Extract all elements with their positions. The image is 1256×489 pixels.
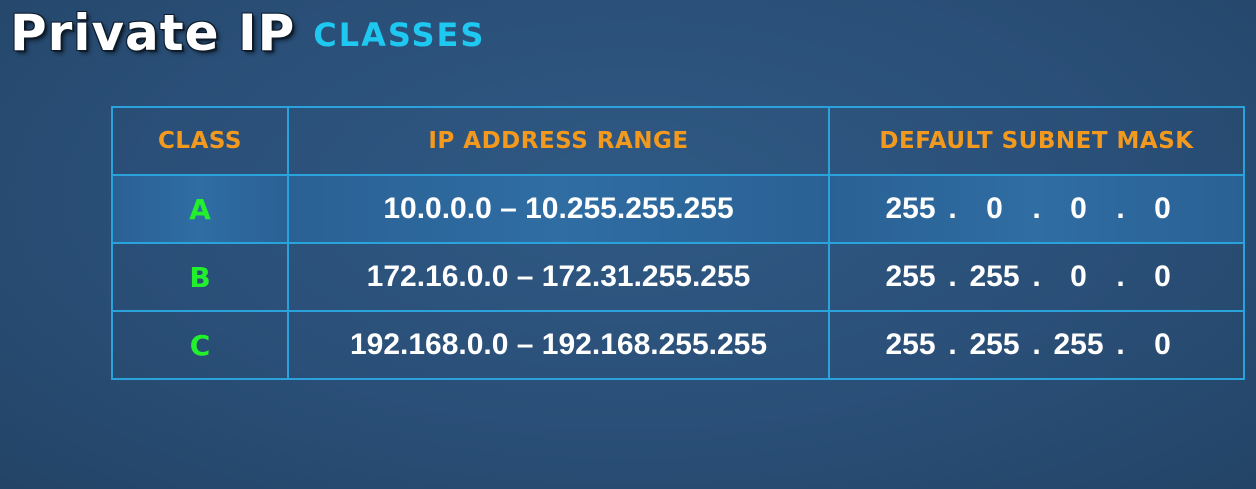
header-class: CLASS (111, 106, 289, 176)
mask-octet: 255 (969, 328, 1020, 361)
mask-dot: . (948, 260, 957, 293)
header-ip-range: IP ADDRESS RANGE (287, 106, 830, 176)
table-row-class-c: C 192.168.0.0 – 192.168.255.255 255 . 25… (111, 310, 1245, 380)
class-cell: B (111, 242, 289, 312)
mask-dot: . (1032, 260, 1041, 293)
mask-cell: 255 . 0 . 0 . 0 (828, 174, 1245, 244)
mask-octet: 255 (885, 328, 936, 361)
class-cell: A (111, 174, 289, 244)
mask-octet: 0 (1154, 192, 1171, 225)
table-row-class-b: B 172.16.0.0 – 172.31.255.255 255 . 255 … (111, 242, 1245, 312)
mask-octet: 0 (1070, 192, 1087, 225)
range-cell: 172.16.0.0 – 172.31.255.255 (287, 242, 830, 312)
mask-dot: . (1032, 192, 1041, 225)
slide-title: Private IP CLASSES (10, 2, 485, 62)
range-cell: 192.168.0.0 – 192.168.255.255 (287, 310, 830, 380)
mask-dot: . (1116, 192, 1125, 225)
mask-octet: 255 (885, 260, 936, 293)
title-subtitle: CLASSES (313, 16, 486, 54)
title-main: Private IP (10, 4, 296, 62)
mask-dot: . (948, 328, 957, 361)
mask-dot: . (1116, 260, 1125, 293)
private-ip-table: CLASS IP ADDRESS RANGE DEFAULT SUBNET MA… (111, 106, 1245, 380)
mask-dot: . (948, 192, 957, 225)
mask-octet: 0 (1154, 260, 1171, 293)
mask-octet: 0 (986, 192, 1003, 225)
mask-dot: . (1032, 328, 1041, 361)
mask-octet: 0 (1154, 328, 1171, 361)
mask-octet: 0 (1070, 260, 1087, 293)
mask-octet: 255 (969, 260, 1020, 293)
table-row-class-a: A 10.0.0.0 – 10.255.255.255 255 . 0 . 0 … (111, 174, 1245, 244)
mask-cell: 255 . 255 . 255 . 0 (828, 310, 1245, 380)
mask-dot: . (1116, 328, 1125, 361)
range-cell: 10.0.0.0 – 10.255.255.255 (287, 174, 830, 244)
class-cell: C (111, 310, 289, 380)
mask-octet: 255 (885, 192, 936, 225)
mask-cell: 255 . 255 . 0 . 0 (828, 242, 1245, 312)
mask-octet: 255 (1053, 328, 1104, 361)
header-subnet-mask: DEFAULT SUBNET MASK (828, 106, 1245, 176)
table-header-row: CLASS IP ADDRESS RANGE DEFAULT SUBNET MA… (111, 106, 1245, 176)
